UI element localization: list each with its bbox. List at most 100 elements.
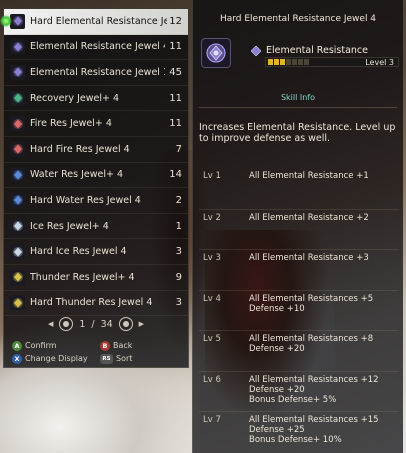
jewel-count: 11	[169, 118, 182, 130]
jewel-list-item[interactable]: Fire Res Jewel+ 4 11	[4, 111, 188, 137]
control-hints: A Confirm B Back X Change Display RS Sor…	[12, 339, 188, 365]
level-effect: All Elemental Resistances +8	[249, 334, 374, 344]
jewel-name: Recovery Jewel+ 4	[30, 92, 119, 104]
level-label: Level	[365, 58, 387, 67]
jewel-count: 3	[175, 246, 182, 258]
jewel-icon	[10, 39, 25, 55]
skill-card: Elemental Resistance Level 3	[201, 38, 399, 78]
jewel-count: 11	[169, 92, 182, 104]
level-row-label: Lv 4	[203, 293, 221, 304]
jewel-list-item[interactable]: Elemental Resistance Jewel 1 45	[4, 60, 188, 86]
jewel-name: Hard Ice Res Jewel 4	[30, 246, 127, 258]
jewel-list-item[interactable]: Hard Elemental Resistance Jewel 412	[0, 9, 188, 35]
level-row-label: Lv 6	[203, 374, 221, 385]
left-stick-icon	[59, 317, 74, 331]
level-effect: Defense +10	[249, 303, 305, 314]
level-effect: All Elemental Resistances +5	[249, 293, 374, 304]
jewel-name: Hard Fire Res Jewel 4	[30, 143, 130, 155]
skill-icon	[251, 46, 261, 56]
jewel-count: 2	[175, 194, 182, 206]
level-pip	[304, 59, 309, 65]
jewel-list-item[interactable]: Hard Water Res Jewel 4 2	[4, 188, 188, 214]
jewel-name: Water Res Jewel+ 4	[30, 169, 124, 181]
jewel-list-item[interactable]: Elemental Resistance Jewel 4 11	[4, 35, 188, 61]
page-separator: /	[91, 318, 95, 330]
level-pip	[268, 59, 273, 65]
jewel-icon	[10, 116, 25, 132]
jewel-icon	[10, 244, 25, 260]
jewel-name: Hard Thunder Res Jewel 4	[30, 297, 153, 309]
level-row: Lv 6 All Elemental Resistances +12 Defense…	[199, 370, 399, 412]
rs-button-icon: RS	[100, 353, 113, 364]
selection-cursor-icon	[0, 15, 12, 27]
jewel-name: Elemental Resistance Jewel 4	[30, 41, 165, 53]
divider	[199, 107, 397, 108]
back-control[interactable]: B Back	[100, 340, 188, 351]
jewel-name: Elemental Resistance Jewel 1	[30, 66, 165, 78]
jewel-name: Hard Water Res Jewel 4	[30, 194, 141, 206]
right-stick-icon	[118, 317, 133, 331]
jewel-count: 9	[175, 271, 182, 283]
confirm-control[interactable]: A Confirm	[12, 340, 100, 351]
jewel-list-item[interactable]: Thunder Res Jewel+ 4 9	[4, 265, 188, 291]
jewel-name: Hard Elemental Resistance Jewel 4	[30, 15, 168, 27]
jewel-icon	[10, 167, 25, 183]
jewel-list-item[interactable]: Hard Fire Res Jewel 4 7	[4, 137, 188, 163]
level-row-effects: All Elemental Resistances +15 Defense +25…	[249, 415, 399, 452]
jewel-count: 45	[169, 66, 182, 78]
sort-label: Sort	[116, 354, 133, 363]
jewel-list-item[interactable]: Hard Ice Res Jewel 4 3	[4, 239, 188, 265]
sort-control[interactable]: RS Sort	[100, 353, 188, 364]
tab-skill-info[interactable]: Skill Info	[193, 93, 403, 102]
jewel-count: 12	[169, 15, 182, 27]
jewel-name: Ice Res Jewel+ 4	[30, 220, 109, 232]
jewel-list: Hard Elemental Resistance Jewel 412Eleme…	[0, 9, 188, 317]
jewel-name: Thunder Res Jewel+ 4	[30, 271, 135, 283]
level-effect: Defense +20	[249, 344, 305, 354]
level-row-label: Lv 3	[203, 253, 221, 263]
jewel-icon	[10, 141, 25, 157]
level-row-effects: All Elemental Resistance +3	[249, 253, 399, 290]
page-next-arrow-icon[interactable]: ▶	[139, 320, 144, 328]
level-row-label: Lv 7	[203, 415, 221, 425]
page-current: 1	[79, 318, 86, 330]
level-row-effects: All Elemental Resistances +5 Defense +10	[249, 294, 399, 331]
level-row-effects: All Elemental Resistance +1	[249, 171, 399, 209]
level-pip	[298, 59, 303, 65]
jewel-icon	[10, 192, 25, 208]
level-row: Lv 4 All Elemental Resistances +5 Defense …	[199, 289, 399, 331]
level-pip	[286, 59, 291, 65]
level-effect: All Elemental Resistance +3	[249, 253, 369, 263]
jewel-detail-panel: Hard Elemental Resistance Jewel 4 Elemen…	[192, 0, 403, 453]
page-total: 34	[100, 318, 113, 330]
level-row: Lv 3 All Elemental Resistance +3	[199, 249, 399, 290]
page-prev-arrow-icon[interactable]: ◀	[48, 320, 53, 328]
detail-title: Hard Elemental Resistance Jewel 4	[219, 14, 377, 24]
skill-level-bar: Level 3	[265, 57, 399, 67]
level-row: Lv 5 All Elemental Resistances +8 Defense …	[199, 330, 399, 371]
level-pip	[274, 59, 279, 65]
level-row-effects: All Elemental Resistances +12 Defense +20…	[249, 375, 399, 412]
level-pips	[268, 59, 309, 65]
jewel-count: 3	[175, 297, 182, 309]
level-row: Lv 1 All Elemental Resistance +1	[199, 168, 399, 209]
a-button-icon: A	[12, 340, 22, 351]
jewel-icon	[10, 218, 25, 234]
jewel-list-item[interactable]: Recovery Jewel+ 4 11	[4, 86, 188, 112]
jewel-list-item[interactable]: Ice Res Jewel+ 4 1	[4, 214, 188, 240]
jewel-list-item[interactable]: Water Res Jewel+ 4 14	[4, 163, 188, 189]
b-button-icon: B	[100, 340, 110, 351]
level-effect: Defense +25	[249, 425, 305, 435]
jewel-list-item[interactable]: Hard Thunder Res Jewel 4 3	[4, 291, 188, 317]
skill-level-table: Lv 1 All Elemental Resistance +1 Lv 2 All E…	[199, 168, 399, 452]
level-pip	[292, 59, 297, 65]
jewel-icon	[10, 295, 25, 311]
level-row-label: Lv 5	[203, 334, 221, 344]
change-display-control[interactable]: X Change Display	[12, 353, 100, 364]
level-row-label: Lv 1	[203, 171, 221, 181]
level-value: 3	[388, 58, 394, 67]
level-readout: Level 3	[365, 58, 394, 67]
skill-name: Elemental Resistance	[266, 45, 369, 56]
x-button-icon: X	[12, 353, 22, 364]
level-effect: All Elemental Resistances +15	[249, 415, 379, 425]
